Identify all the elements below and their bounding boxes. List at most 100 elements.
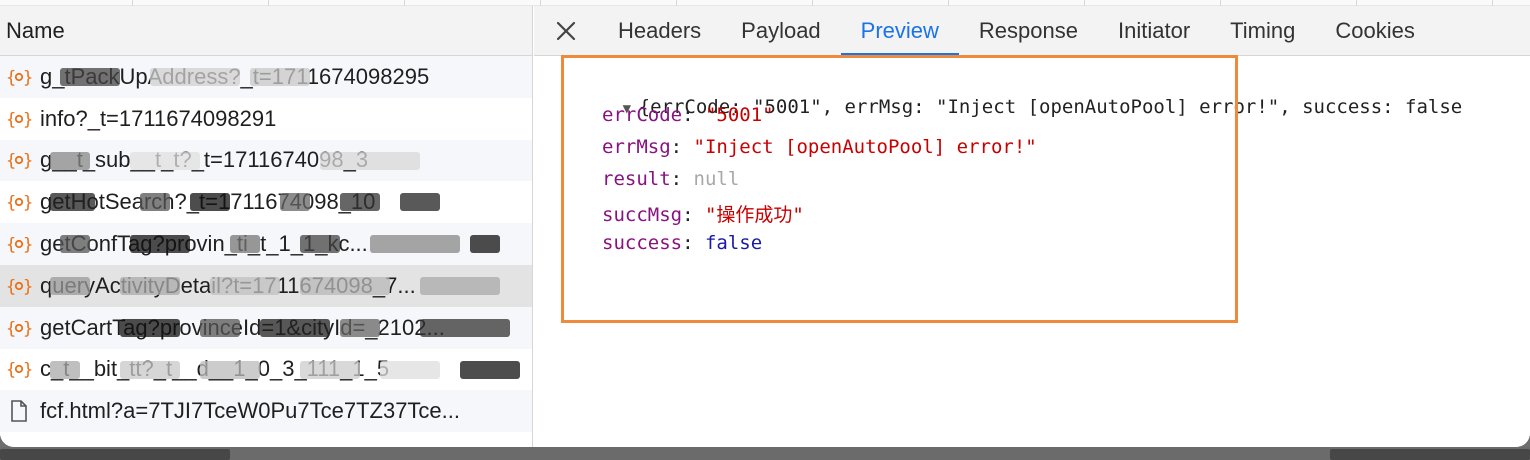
close-icon [556, 21, 576, 40]
devtools-window: Name {}g_tPackUpAddress?_t=1711674098295… [0, 0, 1530, 447]
field-key: errCode [602, 104, 683, 126]
redaction-blur [230, 235, 260, 254]
redaction-blur [280, 193, 310, 212]
detail-tabs: Headers Payload Preview Response Initiator Ti… [534, 6, 1530, 56]
xhr-icon: {} [6, 108, 32, 130]
svg-text:{: { [6, 319, 16, 339]
svg-text:}: } [23, 193, 32, 213]
redaction-blur [50, 276, 90, 295]
tab-payload[interactable]: Payload [721, 6, 841, 55]
tab-cookies[interactable]: Cookies [1315, 6, 1434, 55]
redaction-blur [300, 235, 340, 254]
tab-headers[interactable]: Headers [598, 6, 721, 55]
tab-initiator[interactable]: Initiator [1098, 6, 1210, 55]
svg-text:}: } [23, 360, 32, 380]
xhr-icon: {} [6, 191, 32, 213]
field-key: succMsg [602, 204, 683, 226]
xhr-icon: {} [6, 66, 32, 88]
field-result[interactable]: result: null [602, 168, 739, 190]
name-column-header[interactable]: Name [0, 6, 532, 56]
redaction-blur [300, 276, 390, 295]
request-rows: {}g_tPackUpAddress?_t=1711674098295{}inf… [0, 56, 532, 433]
request-row[interactable]: fcf.html?a=7TJI7TceW0Pu7Tce7TZ37Tce... [0, 390, 532, 433]
redaction-blur [150, 68, 240, 86]
redaction-blur [120, 360, 180, 379]
field-succmsg[interactable]: succMsg: "操作成功" [602, 200, 804, 227]
request-name: fcf.html?a=7TJI7TceW0Pu7Tce7TZ37Tce... [40, 398, 461, 424]
redaction-blur [50, 151, 90, 170]
xhr-icon: {} [6, 149, 32, 171]
background-strip [0, 447, 1530, 460]
request-name: getCartTag?provinceId=1&cityId=_2102... [40, 314, 445, 340]
svg-text:}: } [23, 235, 32, 255]
redaction-blur [50, 193, 95, 212]
xhr-icon: {} [6, 317, 32, 339]
svg-text:}: } [23, 277, 32, 297]
tab-strip: Headers Payload Preview Response Initiator Ti… [598, 6, 1435, 56]
svg-text:{: { [6, 193, 16, 213]
redaction-blur [400, 193, 440, 212]
request-row[interactable]: {} info?_t=1711674098291 [0, 98, 532, 140]
redaction-blur [130, 235, 190, 254]
redaction-blur [50, 360, 80, 379]
svg-text:{: { [6, 151, 16, 171]
redaction-blur [130, 151, 200, 170]
tab-response[interactable]: Response [959, 6, 1098, 55]
redaction-blur [380, 360, 440, 379]
request-row[interactable]: {}queryActivityDetail?t=1711674098_7... [0, 264, 532, 307]
redaction-blur [470, 235, 500, 254]
tab-preview[interactable]: Preview [840, 6, 960, 56]
request-row[interactable]: {}c_t__bit_tt?_t__d__1_0_3_111_1_5 [0, 349, 532, 391]
svg-text:{: { [6, 68, 16, 88]
svg-text:{: { [6, 235, 16, 255]
field-errcode[interactable]: errCode: "5001" [602, 104, 774, 126]
request-row[interactable]: {}g__t_sub__t_t?_t=1711674098_3 [0, 139, 532, 182]
close-button[interactable] [534, 6, 598, 55]
redaction-blur [260, 318, 330, 337]
request-name: info?_t=1711674098291 [40, 105, 277, 131]
svg-text:}: } [23, 68, 32, 88]
redaction-blur [320, 151, 420, 170]
field-value: "Inject [openAutoPool] error!" [693, 136, 1037, 158]
svg-text:}: } [23, 110, 32, 130]
redaction-blur [340, 193, 380, 212]
request-row[interactable]: {}getConfTag?provin_ti_t_1_1_kc... [0, 223, 532, 265]
redaction-blur [250, 68, 310, 86]
request-row[interactable]: {}g_tPackUpAddress?_t=1711674098295 [0, 56, 532, 98]
request-row[interactable]: {}getHotSearch?_t=1711674098_10 [0, 181, 532, 223]
redaction-blur [420, 276, 500, 295]
tab-timing[interactable]: Timing [1210, 6, 1315, 55]
request-row[interactable]: {} getCartTag?provinceId=1&cityId=_2102..… [0, 306, 532, 349]
redaction-blur [340, 318, 380, 337]
field-success[interactable]: success: false [602, 232, 762, 254]
field-value: "操作成功" [704, 204, 804, 226]
preview-panel: ▼ {errCode: "5001", errMsg: "Inject [open… [534, 57, 1530, 447]
redaction-blur [200, 360, 260, 379]
redaction-blur [370, 235, 460, 254]
request-list: Name {}g_tPackUpAddress?_t=1711674098295… [0, 6, 533, 447]
xhr-icon: {} [6, 233, 32, 255]
redaction-blur [200, 318, 240, 337]
redaction-blur [120, 318, 180, 337]
document-icon [6, 400, 32, 423]
redaction-blur [120, 276, 180, 295]
svg-text:{: { [6, 110, 16, 130]
redaction-blur [60, 68, 120, 86]
svg-text:{: { [6, 360, 16, 380]
name-column-label: Name [6, 17, 65, 43]
field-value: null [693, 168, 740, 190]
redaction-blur [140, 193, 170, 212]
field-value: "5001" [704, 104, 774, 126]
xhr-icon: {} [6, 358, 32, 380]
svg-text:{: { [6, 277, 16, 297]
redaction-blur [60, 235, 90, 254]
svg-text:}: } [23, 319, 32, 339]
redaction-blur [300, 360, 360, 379]
xhr-icon: {} [6, 275, 32, 297]
field-key: success [602, 232, 683, 254]
redaction-blur [190, 193, 230, 212]
field-errmsg[interactable]: errMsg: "Inject [openAutoPool] error!" [602, 136, 1037, 158]
svg-text:}: } [23, 151, 32, 171]
redaction-blur [420, 318, 510, 337]
field-key: result [602, 168, 671, 190]
